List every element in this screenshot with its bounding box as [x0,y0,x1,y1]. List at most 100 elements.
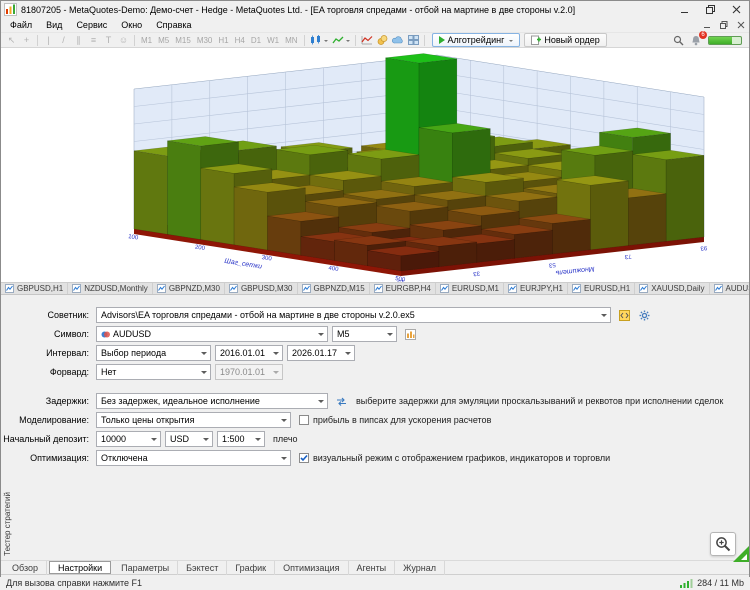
connection-meter[interactable] [708,35,742,45]
chart-type-dropdown[interactable] [308,33,330,47]
forward-date-field: 1970.01.01 [215,364,283,380]
close-button[interactable] [723,1,749,18]
vertical-line-icon[interactable]: | [41,33,56,47]
chart-tab-label: XAUUSD,Daily [651,284,705,293]
line-style-dropdown[interactable] [330,33,352,47]
algotrading-button[interactable]: Алготрейдинг [431,33,521,47]
shapes-icon[interactable]: ☺ [116,33,131,47]
forward-combobox[interactable]: Нет [96,364,211,380]
chart-tab-4[interactable]: GBPUSD,M30 [225,283,298,294]
dropdown-arrow-icon [279,413,288,427]
chart-tab-icon [713,284,723,293]
restore-button[interactable] [697,1,723,18]
metaeditor-button[interactable] [615,307,633,323]
menu-item-5[interactable]: Справка [149,18,198,32]
interval-combobox[interactable]: Выбор периода [96,345,211,361]
memory-usage: 284 / 11 Mb [697,577,744,588]
timeframe-m1[interactable]: M1 [138,36,155,45]
optimization-3d-chart[interactable]: 1002003004005001333537393Шаг_сетки Множит… [1,48,750,285]
timeframe-w1[interactable]: W1 [264,36,282,45]
timeframe-m30[interactable]: M30 [194,36,216,45]
optimization-row: Оптимизация: Отключена визуальный режим … [1,450,749,466]
chart-tab-7[interactable]: EURUSD,M1 [436,283,504,294]
tester-tab-параметры[interactable]: Параметры [113,560,179,575]
timeframe-m5[interactable]: M5 [155,36,172,45]
symbol-icon [101,331,110,337]
timeframe-mn[interactable]: MN [282,36,300,45]
tile-windows-button[interactable] [406,33,421,47]
date-to-field[interactable]: 2026.01.17 [287,345,355,361]
menu-item-3[interactable]: Сервис [69,18,114,32]
symbol-row: Символ: AUDUSD M5 [1,326,749,342]
menu-item-2[interactable]: Вид [39,18,69,32]
chart-tab-3[interactable]: GBPNZD,M30 [153,283,225,294]
line-chart-icon [332,36,343,44]
notification-badge: 6 [699,30,707,39]
cloud-button[interactable] [390,33,406,47]
currency-combobox[interactable]: USD [165,431,213,447]
chart-area[interactable]: 100 200 300 400 500 13 33 53 73 93 Шаг_сетки Множит… [1,48,750,285]
bar-chart-icon [404,328,416,340]
visual-mode-label: визуальный режим с отображением графиков… [313,453,611,463]
minimize-button[interactable] [671,1,697,18]
chart-tab-11[interactable]: AUDUSD,M5 [710,283,749,294]
period-combobox[interactable]: M5 [332,326,397,342]
symbol-chart-button[interactable] [401,326,419,342]
chart-tab-6[interactable]: EURGBP,H4 [370,283,436,294]
pips-profit-checkbox[interactable] [299,415,309,425]
status-right-group: 284 / 11 Mb [680,578,744,588]
modeling-combobox[interactable]: Только цены открытия [96,412,291,428]
chart-tab-9[interactable]: EURUSD,H1 [568,283,636,294]
toolbar-separator [37,34,38,46]
new-order-button[interactable]: Новый ордер [524,33,607,47]
tester-tab-обзор[interactable]: Обзор [4,560,47,575]
mdi-restore-button[interactable] [715,18,732,32]
mdi-close-button[interactable] [732,18,749,32]
timeframe-h4[interactable]: H4 [232,36,248,45]
objects-button[interactable] [375,33,390,47]
chart-tab-icon [72,284,82,293]
menu-item-4[interactable]: Окно [114,18,149,32]
channel-icon[interactable]: ∥ [71,33,86,47]
deposit-combobox[interactable]: 10000 [96,431,161,447]
chart-tab-1[interactable]: GBPUSD,H1 [1,283,69,294]
tester-tab-журнал[interactable]: Журнал [395,560,445,575]
text-tool-icon[interactable]: T [101,33,116,47]
menu-item-1[interactable]: Файл [3,18,39,32]
chart-tab-icon [373,284,383,293]
delays-settings-button[interactable] [332,393,350,409]
indicators-button[interactable] [359,33,375,47]
forward-value: Нет [101,367,117,377]
tester-tab-график[interactable]: График [227,560,276,575]
symbol-combobox[interactable]: AUDUSD [96,326,328,342]
tester-tab-агенты[interactable]: Агенты [349,560,396,575]
chart-tab-8[interactable]: EURJPY,H1 [504,283,568,294]
tester-tab-настройки[interactable]: Настройки [49,561,112,574]
crosshair-icon[interactable]: + [19,33,34,47]
period-value: M5 [337,329,350,339]
chart-tab-2[interactable]: NZDUSD,Monthly [68,283,153,294]
date-from-field[interactable]: 2016.01.01 [215,345,283,361]
visual-mode-checkbox[interactable] [299,453,309,463]
chart-tab-10[interactable]: XAUUSD,Daily [635,283,710,294]
chart-tab-5[interactable]: GBPNZD,M15 [298,283,370,294]
tester-tab-бэктест[interactable]: Бэктест [178,560,228,575]
cursor-icon[interactable]: ↖ [4,33,19,47]
fibonacci-icon[interactable]: ≡ [86,33,101,47]
tester-tab-оптимизация[interactable]: Оптимизация [275,560,349,575]
trendline-icon[interactable]: / [56,33,71,47]
expert-combobox[interactable]: Advisors\EA торговля спредами - отбой на… [96,307,611,323]
optimization-combobox[interactable]: Отключена [96,450,291,466]
tester-caption[interactable]: Тестер стратегий [1,307,14,556]
delays-combobox[interactable]: Без задержек, идеальное исполнение [96,393,328,409]
timeframe-m15[interactable]: M15 [172,36,194,45]
mdi-minimize-button[interactable] [698,18,715,32]
notifications-button[interactable]: 6 [691,30,707,46]
leverage-combobox[interactable]: 1:500 [217,431,265,447]
timeframe-d1[interactable]: D1 [248,36,264,45]
expert-properties-button[interactable] [635,307,653,323]
timeframe-h1[interactable]: H1 [215,36,231,45]
search-button[interactable] [673,35,684,46]
dropdown-arrow-icon [385,327,394,341]
svg-text:93: 93 [699,244,707,251]
